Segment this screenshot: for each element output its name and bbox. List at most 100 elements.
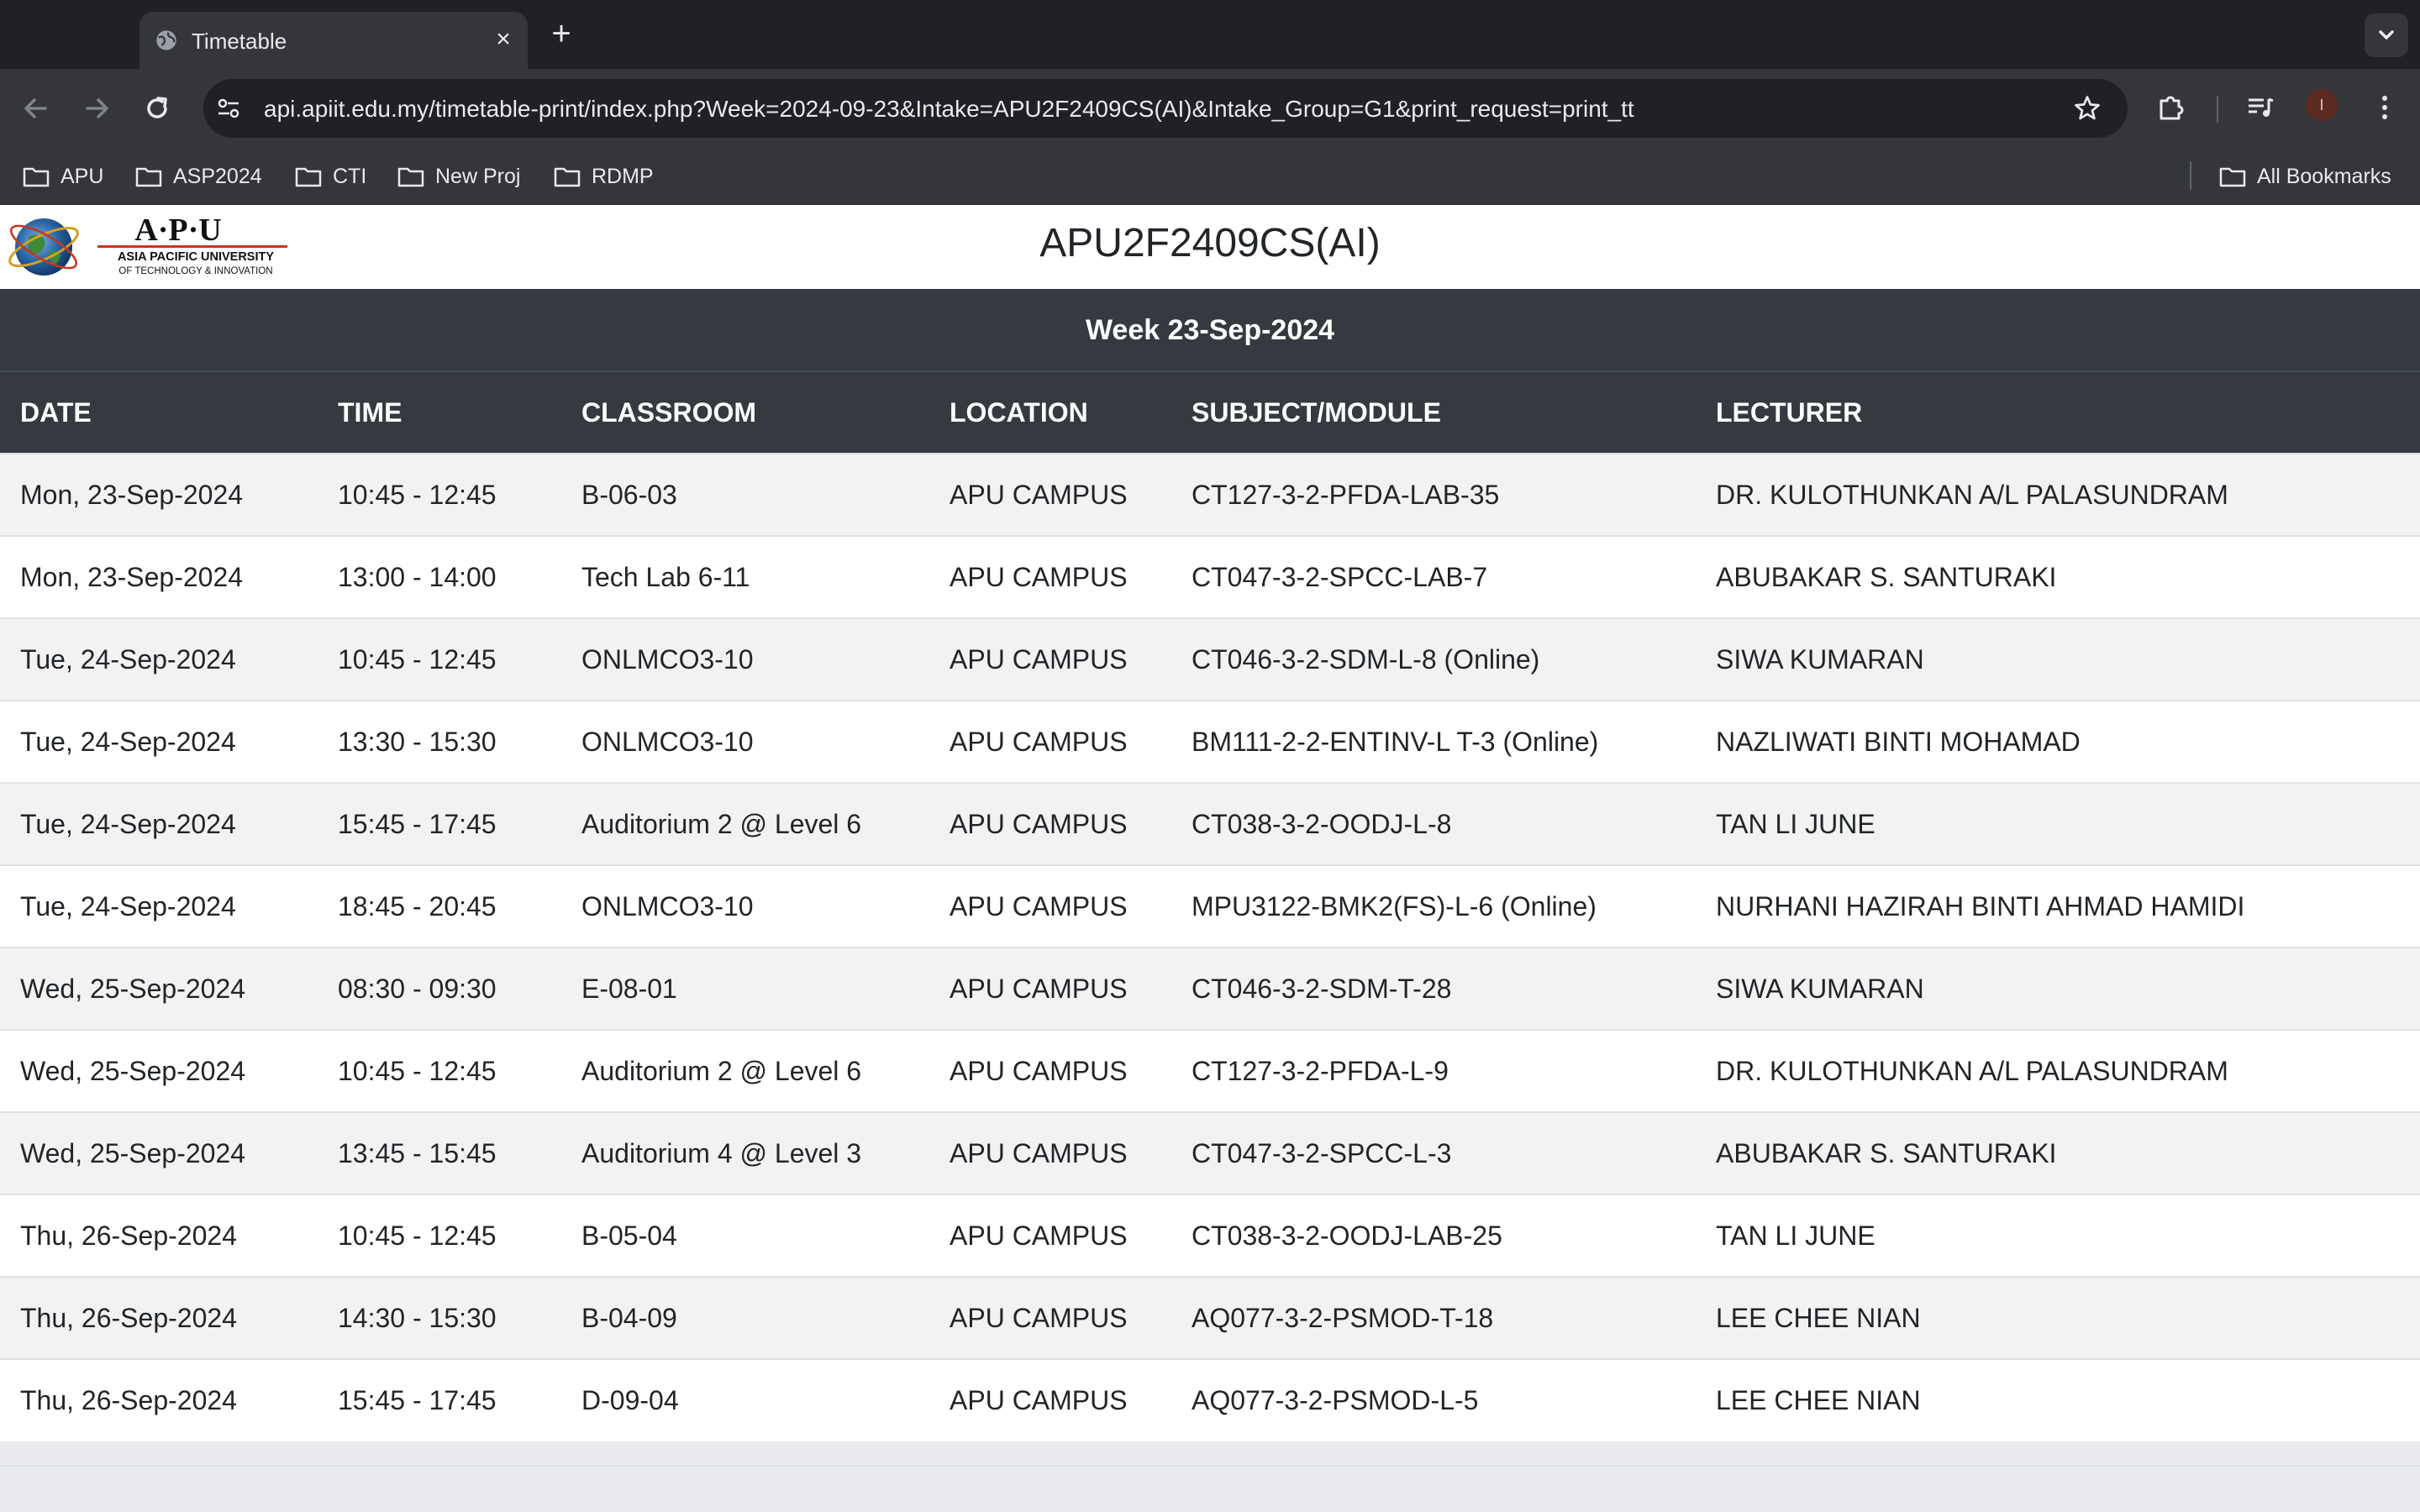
cell-date: Thu, 26-Sep-2024: [20, 1302, 237, 1333]
address-bar[interactable]: api.apiit.edu.my/timetable-print/index.p…: [203, 79, 2128, 138]
bookmark-folder-apu[interactable]: APU: [22, 160, 103, 193]
chevron-down-icon: [2379, 30, 2394, 39]
tab-close-icon[interactable]: ×: [491, 27, 516, 52]
cell-subject: AQ077-3-2-PSMOD-T-18: [1192, 1302, 1494, 1333]
cell-time: 18:45 - 20:45: [338, 890, 497, 921]
bookmark-folder-asp2024[interactable]: ASP2024: [134, 160, 262, 193]
all-bookmarks-label: All Bookmarks: [2257, 164, 2391, 188]
cell-subject: CT038-3-2-OODJ-L-8: [1192, 808, 1452, 839]
cell-subject: CT047-3-2-SPCC-LAB-7: [1192, 561, 1488, 592]
cell-time: 13:30 - 15:30: [338, 726, 497, 757]
cell-location: APU CAMPUS: [950, 1137, 1128, 1168]
cell-lecturer: TAN LI JUNE: [1716, 808, 1876, 839]
cell-location: APU CAMPUS: [950, 479, 1128, 510]
table-row: Tue, 24-Sep-2024 18:45 - 20:45 ONLMCO3-10 A…: [0, 865, 2420, 948]
cell-location: APU CAMPUS: [950, 1385, 1128, 1415]
cell-location: APU CAMPUS: [950, 1302, 1128, 1333]
cell-subject: AQ077-3-2-PSMOD-L-5: [1192, 1385, 1479, 1415]
table-row: Thu, 26-Sep-2024 14:30 - 15:30 B-04-09 APU …: [0, 1277, 2420, 1359]
cell-classroom: B-04-09: [581, 1302, 677, 1333]
cell-time: 13:45 - 15:45: [338, 1137, 497, 1168]
cell-lecturer: NURHANI HAZIRAH BINTI AHMAD HAMIDI: [1716, 890, 2245, 921]
cell-lecturer: LEE CHEE NIAN: [1716, 1385, 1921, 1415]
browser-tab-timetable[interactable]: Timetable ×: [139, 12, 528, 69]
table-row: Wed, 25-Sep-2024 13:45 - 15:45 Auditorium …: [0, 1112, 2420, 1194]
bookmark-label: RDMP: [592, 164, 654, 188]
table-row: Thu, 26-Sep-2024 10:45 - 12:45 B-05-04 APU …: [0, 1194, 2420, 1277]
cell-subject: CT047-3-2-SPCC-L-3: [1192, 1137, 1452, 1168]
cell-subject: BM111-2-2-ENTINV-L T-3 (Online): [1192, 726, 1599, 757]
table-row: Tue, 24-Sep-2024 15:45 - 17:45 Auditorium …: [0, 783, 2420, 865]
cell-location: APU CAMPUS: [950, 643, 1128, 675]
cell-lecturer: ABUBAKAR S. SANTURAKI: [1716, 561, 2057, 592]
timetable: DATE TIME CLASSROOM LOCATION SUBJECT/MOD…: [0, 372, 2420, 1441]
table-header-row: DATE TIME CLASSROOM LOCATION SUBJECT/MOD…: [0, 372, 2420, 454]
cell-lecturer: DR. KULOTHUNKAN A/L PALASUNDRAM: [1716, 479, 2228, 510]
cell-date: Tue, 24-Sep-2024: [20, 643, 236, 675]
logo-subtitle-2: OF TECHNOLOGY & INNOVATION: [118, 266, 272, 276]
cell-lecturer: SIWA KUMARAN: [1716, 973, 1924, 1004]
cell-classroom: Auditorium 2 @ Level 6: [581, 1055, 862, 1086]
cell-lecturer: DR. KULOTHUNKAN A/L PALASUNDRAM: [1716, 1055, 2228, 1086]
bookmark-folder-rdmp[interactable]: RDMP: [553, 160, 654, 193]
bookmark-star-icon[interactable]: [2072, 93, 2102, 123]
all-bookmarks-button[interactable]: All Bookmarks: [2218, 160, 2391, 193]
bookmark-folder-cti[interactable]: CTI: [294, 160, 366, 193]
site-info-icon[interactable]: [215, 95, 242, 122]
url-text[interactable]: api.apiit.edu.my/timetable-print/index.p…: [264, 96, 1634, 123]
extensions-puzzle-icon[interactable]: [2153, 89, 2190, 126]
page-header: A·P·U ASIA PACIFIC UNIVERSITY OF TECHNOL…: [0, 205, 2420, 289]
cell-classroom: B-05-04: [581, 1220, 677, 1251]
cell-lecturer: TAN LI JUNE: [1716, 1220, 1876, 1251]
profile-avatar[interactable]: I: [2306, 89, 2338, 121]
bookmark-label: New Proj: [435, 164, 521, 188]
cell-classroom: Auditorium 4 @ Level 3: [581, 1137, 862, 1168]
cell-time: 08:30 - 09:30: [338, 973, 497, 1004]
table-row: Tue, 24-Sep-2024 10:45 - 12:45 ONLMCO3-10 A…: [0, 618, 2420, 701]
table-row: Wed, 25-Sep-2024 08:30 - 09:30 E-08-01 APU …: [0, 948, 2420, 1030]
page-content: A·P·U ASIA PACIFIC UNIVERSITY OF TECHNOL…: [0, 205, 2420, 1512]
cell-date: Thu, 26-Sep-2024: [20, 1220, 237, 1251]
cell-classroom: ONLMCO3-10: [581, 890, 754, 921]
cell-time: 15:45 - 17:45: [338, 1385, 497, 1415]
bookmark-label: APU: [60, 164, 104, 188]
cell-date: Mon, 23-Sep-2024: [20, 561, 244, 592]
table-row: Tue, 24-Sep-2024 13:30 - 15:30 ONLMCO3-10 A…: [0, 701, 2420, 783]
globe-icon: [156, 30, 176, 50]
new-tab-plus-icon[interactable]: +: [544, 17, 578, 50]
folder-icon: [23, 167, 50, 187]
cell-location: APU CAMPUS: [950, 973, 1128, 1004]
reload-icon[interactable]: [136, 87, 178, 129]
table-row: Wed, 25-Sep-2024 10:45 - 12:45 Auditorium …: [0, 1030, 2420, 1112]
tab-title: Timetable: [192, 29, 287, 54]
table-row: Thu, 26-Sep-2024 15:45 - 17:45 D-09-04 APU …: [0, 1359, 2420, 1441]
forward-arrow-icon[interactable]: [76, 87, 118, 129]
browser-toolbar: api.apiit.edu.my/timetable-print/index.p…: [0, 69, 2420, 148]
cell-lecturer: NAZLIWATI BINTI MOHAMAD: [1716, 726, 2081, 757]
tab-search-button[interactable]: [2365, 13, 2408, 57]
bookmark-label: CTI: [333, 164, 367, 188]
folder-icon: [295, 167, 322, 187]
cell-subject: MPU3122-BMK2(FS)-L-6 (Online): [1192, 890, 1597, 921]
cell-subject: CT046-3-2-SDM-T-28: [1192, 973, 1452, 1004]
column-header-location: LOCATION: [950, 396, 1088, 428]
cell-classroom: E-08-01: [581, 973, 677, 1004]
column-header-lecturer: LECTURER: [1716, 396, 1863, 428]
cell-lecturer: SIWA KUMARAN: [1716, 643, 1924, 675]
cell-time: 14:30 - 15:30: [338, 1302, 497, 1333]
cell-location: APU CAMPUS: [950, 726, 1128, 757]
cell-location: APU CAMPUS: [950, 1055, 1128, 1086]
tab-strip: Timetable × +: [0, 0, 2420, 69]
kebab-menu-icon[interactable]: [2366, 89, 2403, 126]
cell-time: 10:45 - 12:45: [338, 1055, 497, 1086]
column-header-date: DATE: [20, 396, 92, 428]
media-control-icon[interactable]: [2242, 89, 2279, 126]
cell-location: APU CAMPUS: [950, 561, 1128, 592]
cell-location: APU CAMPUS: [950, 1220, 1128, 1251]
column-header-time: TIME: [338, 396, 402, 428]
column-header-subject: SUBJECT/MODULE: [1192, 396, 1441, 428]
table-row: Mon, 23-Sep-2024 10:45 - 12:45 B-06-03 APU …: [0, 454, 2420, 536]
cell-time: 10:45 - 12:45: [338, 479, 497, 510]
bookmark-folder-new-proj[interactable]: New Proj: [397, 160, 520, 193]
back-arrow-icon[interactable]: [15, 87, 57, 129]
